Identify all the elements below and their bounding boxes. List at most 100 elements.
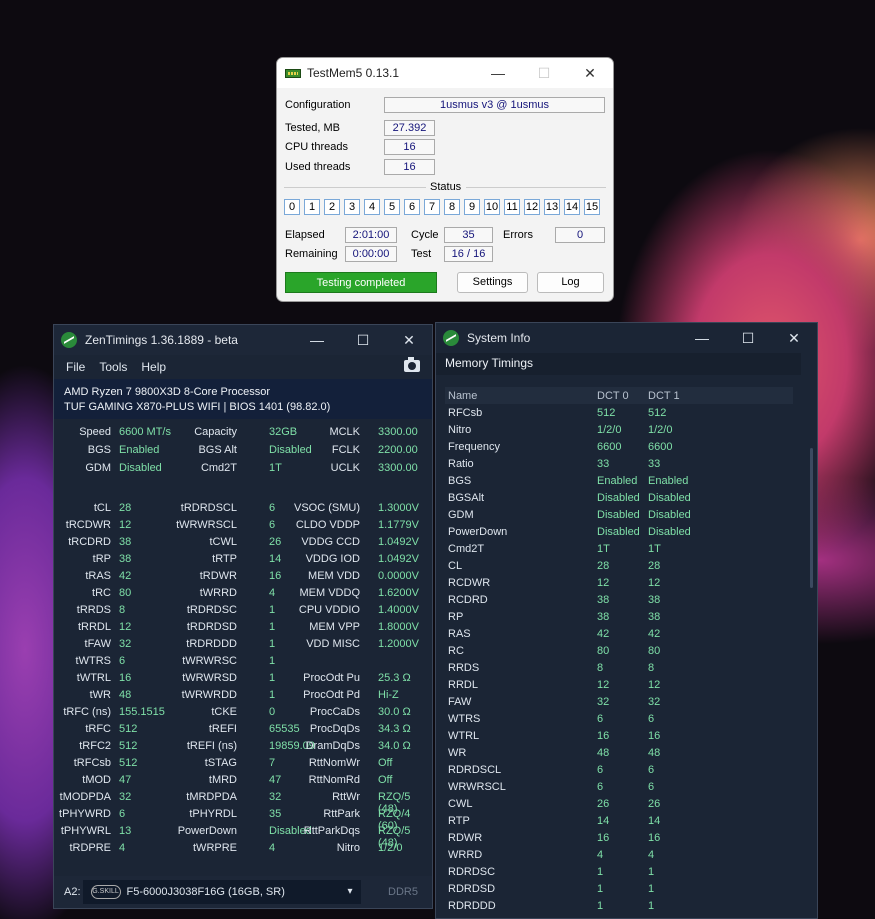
timing-value: 47 [119,774,132,786]
timing-label: tRP [92,553,111,565]
timing-value: 1 [269,655,276,667]
table-row[interactable]: FAW 32 32 [445,693,793,710]
timing-value: 1.0492V [378,536,419,548]
timing-name: GDM [448,508,474,521]
timing-name: Frequency [448,440,500,453]
timing-name: WR [448,746,467,759]
maximize-button[interactable]: ☐ [340,332,386,349]
table-row[interactable]: Frequency 6600 6600 [445,438,793,455]
board-name: TUF GAMING X870-PLUS WIFI | BIOS 1401 (9… [64,401,331,413]
module-bar: A2: G.SKILL F5-6000J3038F16G (16GB, SR) … [54,876,432,908]
timing-label: tRC [92,587,111,599]
table-row[interactable]: WR 48 48 [445,744,793,761]
zentimings-titlebar[interactable]: ZenTimings 1.36.1889 - beta — ☐ ✕ [54,325,432,355]
menu-tools[interactable]: Tools [99,360,127,374]
table-row[interactable]: BGSAlt Disabled Disabled [445,489,793,506]
minimize-button[interactable]: — [294,332,340,349]
minimize-button[interactable]: — [679,330,725,347]
thread-cell: 6 [404,199,420,215]
timing-label: tMRDPDA [186,791,237,803]
timing-label: tRFC2 [79,740,111,752]
timing-name: RCDWR [448,576,491,589]
timing-value: 8 [597,661,604,674]
timing-label: RttWr [332,791,360,803]
table-row[interactable]: WRWRSCL 6 6 [445,778,793,795]
settings-button[interactable]: Settings [457,272,528,293]
column-header[interactable]: Name [445,390,595,402]
timing-value: 26 [648,797,661,810]
menu-help[interactable]: Help [141,360,166,374]
maximize-button[interactable]: ☐ [725,330,771,347]
timing-value: 7 [269,757,276,769]
elapsed-field: 2:01:00 [345,227,397,243]
timing-label: tRTP [212,553,237,565]
table-row[interactable]: CWL 26 26 [445,795,793,812]
testmem-title: TestMem5 0.13.1 [307,66,400,80]
table-row[interactable]: RAS 42 42 [445,625,793,642]
log-button[interactable]: Log [537,272,604,293]
table-row[interactable]: RCDWR 12 12 [445,574,793,591]
thread-cell: 2 [324,199,340,215]
table-row[interactable]: RDRDSD 1 1 [445,880,793,897]
table-row[interactable]: Nitro 1/2/0 1/2/0 [445,421,793,438]
table-row[interactable]: RRDL 12 12 [445,676,793,693]
timing-label: tCWL [209,536,238,548]
table-row[interactable]: WRRD 4 4 [445,846,793,863]
table-row[interactable]: RDRDSC 1 1 [445,863,793,880]
minimize-button[interactable]: — [475,65,521,82]
module-dropdown[interactable]: G.SKILL F5-6000J3038F16G (16GB, SR) ▾ [82,880,361,904]
timing-value: 4 [648,848,655,861]
timing-label: tFAW [84,638,111,650]
table-row[interactable]: RP 38 38 [445,608,793,625]
sysinfo-titlebar[interactable]: System Info — ☐ ✕ [436,323,817,353]
timing-value: 12 [119,621,132,633]
column-header[interactable]: DCT 1 [646,390,726,402]
timing-value: 512 [648,406,667,419]
column-header[interactable]: DCT 0 [595,390,646,402]
testmem-titlebar[interactable]: TestMem5 0.13.1 — ☐ ✕ [277,58,613,88]
errors-field: 0 [555,227,605,243]
table-row[interactable]: WTRS 6 6 [445,710,793,727]
table-row[interactable]: GDM Disabled Disabled [445,506,793,523]
timing-label: tWRWRDD [181,689,237,701]
timing-label: tRFCsb [73,757,111,769]
camera-icon[interactable] [404,357,420,372]
table-row[interactable]: RDRDDD 1 1 [445,897,793,914]
table-row[interactable]: RTP 14 14 [445,812,793,829]
tab-memory-timings[interactable]: Memory Timings [436,353,801,375]
timing-value: 1 [597,882,604,895]
elapsed-label: Elapsed [285,229,325,241]
timing-label: RttPark [323,808,360,820]
table-row[interactable]: WTRL 16 16 [445,727,793,744]
timing-value: 6600 MT/s [119,426,171,438]
table-row[interactable]: CL 28 28 [445,557,793,574]
table-row[interactable]: RC 80 80 [445,642,793,659]
table-row[interactable]: BGS Enabled Enabled [445,472,793,489]
table-row[interactable]: PowerDown Disabled Disabled [445,523,793,540]
menu-file[interactable]: File [66,360,85,374]
timing-value: 38 [119,553,132,565]
table-row[interactable]: Cmd2T 1T 1T [445,540,793,557]
close-button[interactable]: ✕ [567,65,613,82]
table-row[interactable]: RCDRD 38 38 [445,591,793,608]
table-row[interactable]: RRDS 8 8 [445,659,793,676]
timing-value: 16 [119,672,132,684]
timing-value: 42 [119,570,132,582]
timing-value: 25.3 Ω [378,672,411,684]
timing-value: 1 [269,621,276,633]
close-button[interactable]: ✕ [771,330,817,347]
scrollbar-thumb[interactable] [810,448,813,588]
cpu-threads-field: 16 [384,139,435,155]
table-row[interactable]: RFCsb 512 512 [445,404,793,421]
timing-value: 16 [597,729,610,742]
table-row[interactable]: RDWR 16 16 [445,829,793,846]
timing-value: 3300.00 [378,462,418,474]
timing-value: 14 [597,814,610,827]
heartbeat-icon [443,330,459,346]
close-button[interactable]: ✕ [386,332,432,349]
cpu-name: AMD Ryzen 7 9800X3D 8-Core Processor [64,386,271,398]
table-row[interactable]: Ratio 33 33 [445,455,793,472]
timing-value: 14 [648,814,661,827]
timing-label: RttNomWr [308,757,360,769]
table-row[interactable]: RDRDSCL 6 6 [445,761,793,778]
